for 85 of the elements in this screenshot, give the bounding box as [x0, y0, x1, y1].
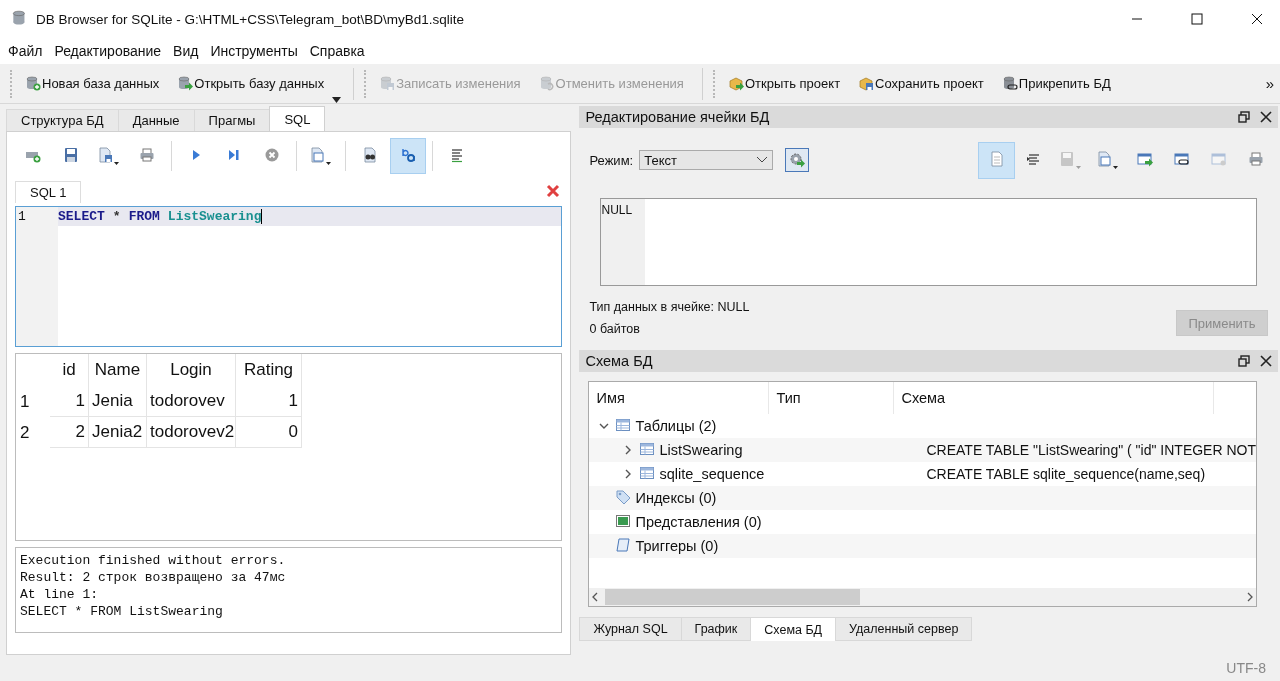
chevron-down-icon — [756, 156, 769, 164]
database-link-icon — [1001, 74, 1018, 93]
table-cell: 1 — [236, 386, 302, 417]
tree-item[interactable]: Триггеры (0) — [635, 538, 719, 554]
document-save-icon — [97, 147, 121, 165]
scroll-icon — [615, 537, 632, 555]
panel-title: Редактирование ячейки БД — [585, 109, 771, 125]
scrollbar-thumb[interactable] — [605, 589, 861, 605]
tab[interactable]: Удаленный сервер — [835, 617, 973, 641]
toolbar-button[interactable]: Открыть проект — [721, 71, 853, 96]
database-save-icon — [379, 74, 396, 93]
toolbar-button[interactable]: Сохранить проект — [852, 71, 996, 96]
tree-item[interactable]: Представления (0) — [635, 514, 762, 530]
document-icon — [988, 151, 1005, 169]
printer-icon — [1247, 151, 1264, 169]
float-icon[interactable] — [1238, 355, 1250, 367]
caret-icon[interactable] — [332, 97, 342, 103]
apply-mode-button[interactable] — [785, 148, 810, 172]
save-icon — [1058, 151, 1083, 169]
window-title: DB Browser for SQLite - G:\HTML+CSS\Telegram_bot\BD\myBd1.sqlite — [36, 11, 466, 27]
tab[interactable]: SQL — [269, 106, 326, 131]
line-number: 1 — [18, 209, 27, 224]
column-header[interactable]: Схема — [894, 382, 1215, 414]
table-cell: Jenia2 — [89, 417, 147, 448]
message-line: Execution finished without errors. — [20, 552, 287, 569]
window-arrow-icon — [1136, 151, 1153, 169]
tree-item[interactable]: sqlite_sequence — [659, 466, 765, 482]
menu-item[interactable]: Вид — [167, 43, 205, 59]
schema-text: CREATE TABLE sqlite_sequence(name,seq) — [926, 466, 1206, 482]
toolbar-button[interactable]: Прикрепить БД — [995, 71, 1123, 96]
database-plus-icon — [25, 74, 41, 93]
menu-item[interactable]: Инструменты — [204, 43, 304, 59]
menu-item[interactable]: Редактирование — [48, 43, 168, 59]
table-cell: Jenia — [89, 386, 147, 417]
tag-icon — [615, 489, 632, 507]
close-icon[interactable] — [1260, 355, 1272, 367]
scrollbar[interactable] — [589, 588, 1256, 606]
schema-text: CREATE TABLE "ListSwearing" ( "id" INTEGER NOT — [926, 442, 1256, 458]
table-cell: 1 — [50, 386, 89, 417]
database-undo-icon — [538, 74, 555, 93]
tree-item[interactable]: ListSwearing — [659, 442, 743, 458]
database-arrow-icon — [177, 74, 194, 93]
code-token: ListSwearing — [167, 209, 263, 224]
message-line: At line 1: — [20, 586, 99, 603]
table-cell: todorovev — [147, 386, 236, 417]
document-list-icon — [1095, 151, 1120, 169]
editor-tab[interactable]: SQL 1 — [15, 181, 82, 203]
tab[interactable]: Прагмы — [193, 109, 271, 131]
tree-item[interactable]: Таблицы (2) — [635, 418, 717, 434]
tab[interactable]: График — [680, 617, 752, 641]
printer-icon — [139, 147, 155, 165]
tab[interactable]: Журнал SQL — [579, 617, 682, 641]
column-header[interactable]: Имя — [589, 382, 770, 414]
overflow-button[interactable]: » — [1265, 75, 1280, 92]
lines-icon — [449, 147, 465, 165]
close-icon[interactable] — [1260, 111, 1272, 123]
mode-label: Режим: — [589, 152, 634, 168]
encoding-label: UTF-8 — [1226, 660, 1266, 676]
save-icon — [63, 147, 79, 165]
toolbar-button[interactable]: Открыть базу данных — [171, 71, 337, 96]
cell-value: NULL — [601, 203, 633, 217]
float-icon[interactable] — [1238, 111, 1250, 123]
code-token: * — [112, 209, 121, 224]
table-cell: 2 — [50, 417, 89, 448]
table-cell: 0 — [236, 417, 302, 448]
code-token: SELECT — [58, 209, 105, 224]
panel-title: Схема БД — [585, 353, 654, 369]
gear-icon — [789, 152, 806, 168]
document-list-icon — [309, 147, 333, 165]
type-info: Тип данных в ячейке: NULL — [589, 300, 750, 314]
tab[interactable]: Данные — [117, 109, 195, 131]
toolbar-button[interactable]: Новая база данных — [19, 71, 172, 96]
tab[interactable]: Схема БД — [750, 617, 837, 641]
table-cell: todorovev2 — [147, 417, 236, 448]
tab[interactable]: Структура БД — [6, 109, 119, 131]
message-line: SELECT * FROM ListSwearing — [20, 603, 224, 620]
menu-item[interactable]: Справка — [303, 43, 371, 59]
code-token: FROM — [128, 209, 160, 224]
column-header[interactable]: Тип — [769, 382, 895, 414]
tree-item[interactable]: Индексы (0) — [635, 490, 717, 506]
size-info: 0 байтов — [589, 322, 641, 336]
cell-value-field[interactable]: NULL — [600, 198, 1257, 286]
message-line: Result: 2 строк возвращено за 47мс — [20, 569, 287, 586]
mode-dropdown[interactable]: Текст — [639, 150, 774, 170]
menu-item[interactable]: Файл — [2, 43, 49, 59]
